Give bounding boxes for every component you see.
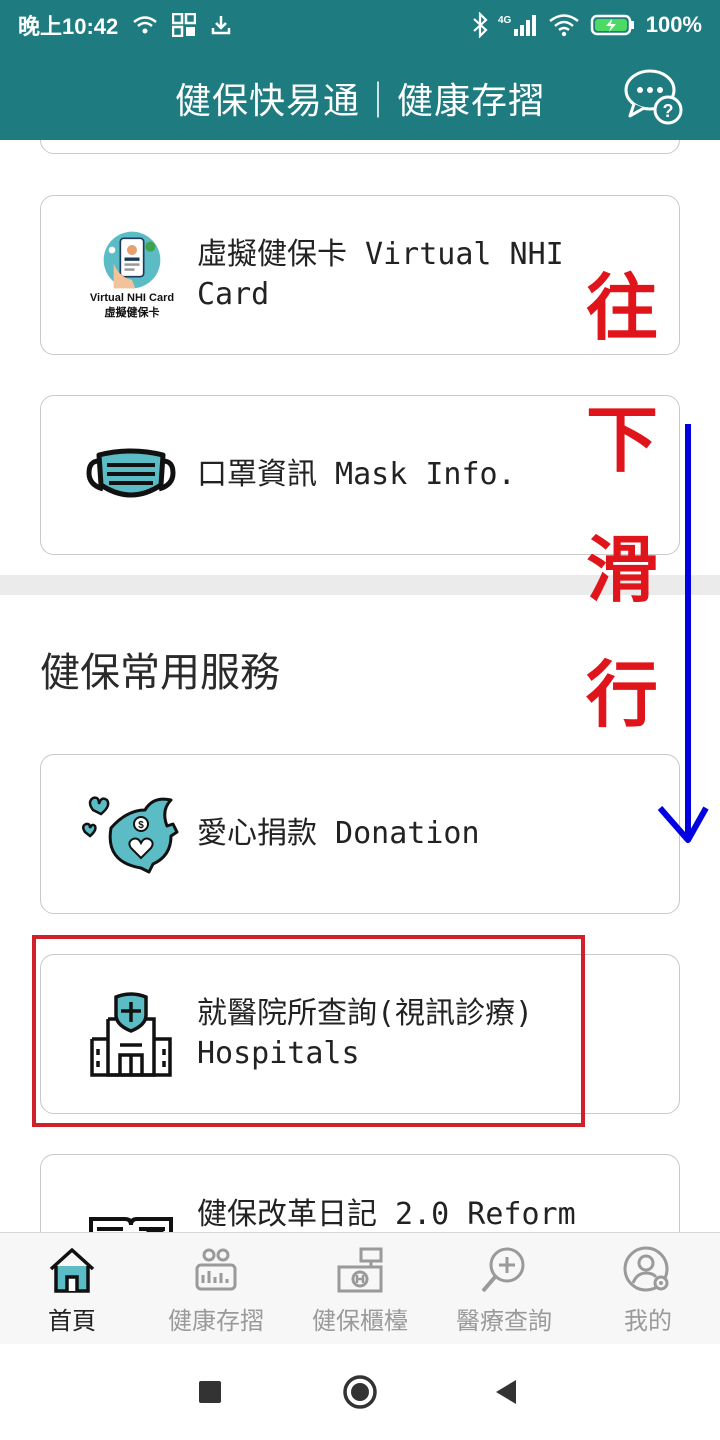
battery-percent: 100% — [645, 12, 702, 37]
nav-medical-search-label: 醫療查詢 — [456, 1307, 552, 1335]
reform-label: 健保改革日記 2.0 Reform — [197, 1197, 576, 1232]
virtual-nhi-card-icon: Virtual NHI Card 虛擬健保卡 — [77, 230, 187, 320]
page-title: 健保快易通｜健康存摺 — [174, 81, 545, 122]
nav-medical-search[interactable]: 醫療查詢 — [432, 1233, 576, 1344]
status-bar: 晚上10:42 4G 100% — [0, 0, 720, 50]
reform-diary-icon — [81, 1195, 181, 1232]
highlight-box — [32, 935, 585, 1127]
virtual-nhi-caption-zh: 虛擬健保卡 — [104, 306, 160, 319]
bottom-nav: 首頁 健康存摺 健保櫃檯 醫療查詢 我的 — [0, 1232, 720, 1344]
bluetooth-icon — [472, 12, 488, 38]
svg-text:$: $ — [138, 820, 144, 831]
svg-text:?: ? — [663, 101, 674, 121]
download-icon — [210, 14, 232, 36]
nav-home[interactable]: 首頁 — [0, 1233, 144, 1344]
user-settings-icon — [623, 1246, 669, 1292]
partial-card[interactable] — [40, 140, 680, 154]
wifi-small-icon — [132, 15, 158, 35]
battery-icon — [590, 13, 636, 37]
nav-my-account-label: 我的 — [624, 1307, 672, 1335]
recent-apps-button[interactable] — [198, 1380, 222, 1408]
qr-icon — [172, 13, 197, 37]
donation-card-button[interactable]: $ 愛心捐款 Donation — [40, 754, 680, 914]
app-header: 健保快易通｜健康存摺 ? — [0, 50, 720, 140]
nav-counter[interactable]: 健保櫃檯 — [288, 1233, 432, 1344]
virtual-nhi-caption-en: Virtual NHI Card — [89, 292, 175, 304]
signal-icon: 4G — [498, 13, 538, 37]
back-button[interactable] — [494, 1378, 518, 1410]
medical-search-icon — [481, 1247, 525, 1293]
wifi-icon — [548, 13, 580, 37]
home-icon — [49, 1248, 95, 1293]
system-nav-bar — [0, 1344, 720, 1440]
counter-icon — [337, 1247, 383, 1293]
piggy-bank-icon: $ — [81, 789, 181, 879]
nav-health-passbook-label: 健康存摺 — [168, 1307, 264, 1335]
nav-my-account[interactable]: 我的 — [576, 1233, 720, 1344]
svg-text:4G: 4G — [498, 15, 512, 26]
health-passbook-icon — [195, 1248, 237, 1291]
chat-help-icon[interactable]: ? — [622, 64, 686, 128]
status-time: 晚上10:42 — [18, 14, 119, 39]
reform-card-button[interactable]: 健保改革日記 2.0 Reform — [40, 1154, 680, 1232]
donation-label: 愛心捐款 Donation — [197, 816, 480, 851]
face-mask-icon — [81, 430, 181, 520]
overlay-char-1: 往 — [585, 266, 658, 350]
scroll-down-arrow-icon — [650, 420, 720, 850]
section-title: 健保常用服務 — [40, 650, 280, 696]
nav-home-label: 首頁 — [48, 1307, 96, 1335]
nav-counter-label: 健保櫃檯 — [312, 1307, 408, 1335]
home-button[interactable] — [342, 1374, 378, 1414]
nav-health-passbook[interactable]: 健康存摺 — [144, 1233, 288, 1344]
